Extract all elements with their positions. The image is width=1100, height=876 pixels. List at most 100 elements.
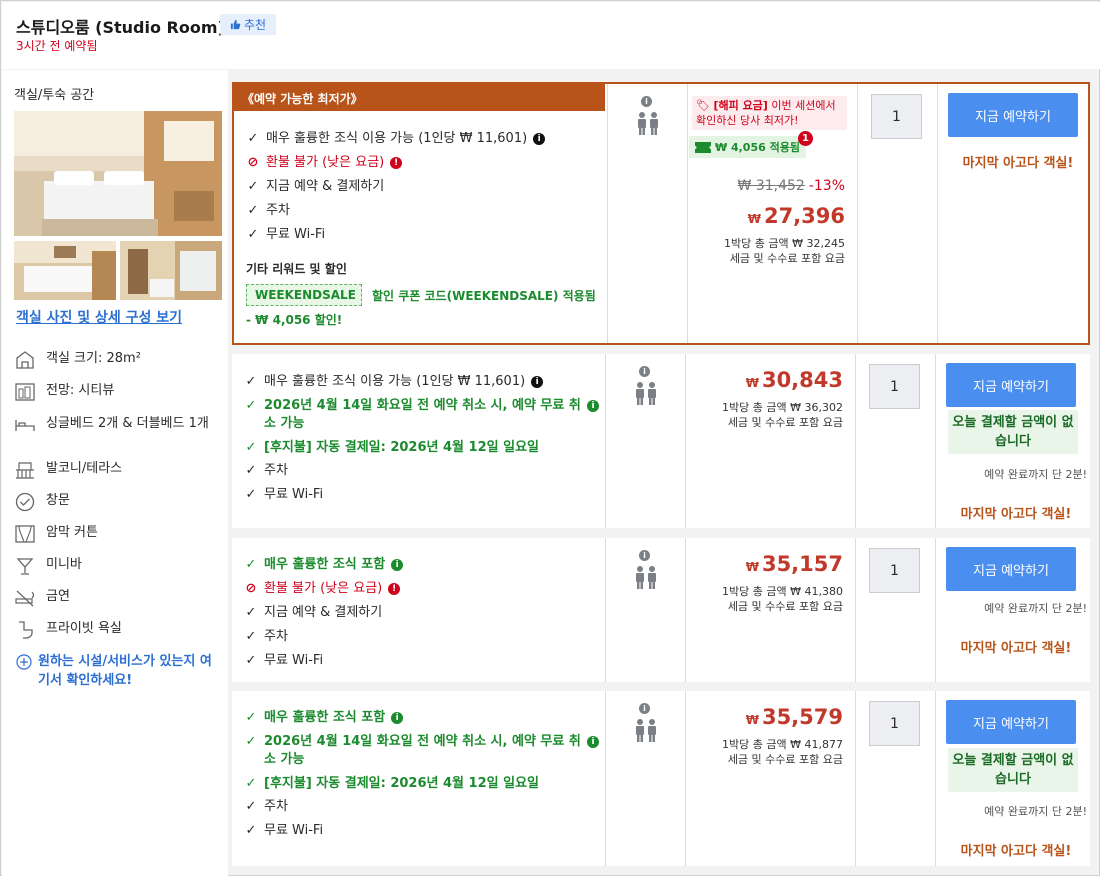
info-icon[interactable]: i <box>587 736 599 748</box>
room-quantity-select[interactable]: 1 <box>869 548 920 593</box>
curtain-icon <box>15 525 35 543</box>
quantity-cell: 1 <box>855 538 935 682</box>
room-photo-thumb[interactable] <box>14 241 116 300</box>
info-icon[interactable]: i <box>641 96 652 107</box>
lowest-price-tag: 《예약 가능한 최저가》 <box>234 84 605 111</box>
feature-parking: ✓ 주차 <box>247 203 290 218</box>
book-now-button[interactable]: 지금 예약하기 <box>946 547 1076 591</box>
amenity-search-link[interactable]: 원하는 시설/서비스가 있는지 여기서 확인하세요! <box>16 652 221 690</box>
price-breakdown: 1박당 총 금액 ₩ 41,877 세금 및 수수료 포함 요금 <box>722 738 843 766</box>
price-cell: ₩35,579 1박당 총 금액 ₩ 41,877 세금 및 수수료 포함 요금 <box>685 691 855 866</box>
info-icon[interactable]: i <box>391 712 404 724</box>
room-title: 스튜디오룸 (Studio Room) <box>16 18 225 37</box>
feature-parking: ✓ 주차 <box>245 463 288 478</box>
amenity-bed: 싱글베드 2개 & 더블베드 1개 <box>14 415 224 435</box>
pay-later-notice: 오늘 결제할 금액이 없습니다 <box>948 748 1078 792</box>
room-quantity-select[interactable]: 1 <box>871 94 922 139</box>
last-room-notice: 마지막 아고다 객실! <box>960 507 1072 522</box>
book-now-button[interactable]: 지금 예약하기 <box>946 363 1076 407</box>
booking-cell: 지금 예약하기 마지막 아고다 객실! <box>937 84 1088 343</box>
amenity-curtain: 암막 커튼 <box>14 524 224 544</box>
booking-time-notice: 예약 완료까지 단 2분! <box>984 602 1087 615</box>
offer-features: 《예약 가능한 최저가》 ✓ 매우 훌륭한 조식 이용 가능 (1인당 ₩ 11,… <box>234 84 607 343</box>
feature-free-cancel: ✓ 2026년 4월 14일 화요일 전 예약 취소 시, 예약 무료 취소 가능… <box>244 397 599 433</box>
info-icon[interactable]: ! <box>390 157 403 169</box>
book-now-button[interactable]: 지금 예약하기 <box>946 700 1076 744</box>
two-guests-icon <box>636 566 656 589</box>
room-quantity-select[interactable]: 1 <box>869 364 920 409</box>
amenity-search-text: 원하는 시설/서비스가 있는지 여기서 확인하세요! <box>38 654 212 688</box>
feature-breakfast: ✓ 매우 훌륭한 조식 이용 가능 (1인당 ₩ 11,601) i <box>244 373 599 391</box>
price-breakdown: 1박당 총 금액 ₩ 36,302 세금 및 수수료 포함 요금 <box>722 401 843 429</box>
offer-row: ✓ 매우 훌륭한 조식 포함 i ⊘ 환불 불가 (낮은 요금)! ✓ 지금 예약 & … <box>232 538 1090 682</box>
plus-circle-icon <box>16 654 32 670</box>
amenity-label: 암막 커튼 <box>46 525 98 540</box>
feature-pay-now: ✓ 지금 예약 & 결제하기 <box>245 605 383 620</box>
feature-non-refundable: ⊘ 환불 불가 (낮은 요금)! <box>244 580 599 598</box>
amenity-label: 금연 <box>46 589 70 604</box>
offer-row: ✓ 매우 훌륭한 조식 포함 i ✓ 2026년 4월 14일 화요일 전 예약 취소… <box>232 691 1090 866</box>
recent-booking-text: 3시간 전 예약됨 <box>16 39 98 53</box>
room-photo-main[interactable] <box>14 111 222 236</box>
amenity-label: 싱글베드 2개 & 더블베드 1개 <box>46 416 209 431</box>
price-breakdown: 1박당 총 금액 ₩ 32,245 세금 및 수수료 포함 요금 <box>724 237 845 265</box>
recommend-badge: 추천 <box>220 14 276 35</box>
two-guests-icon <box>636 382 656 405</box>
other-rewards-heading: 기타 리워드 및 할인 <box>246 262 347 276</box>
price-cell: ₩35,157 1박당 총 금액 ₩ 41,380 세금 및 수수료 포함 요금 <box>685 538 855 682</box>
book-now-button[interactable]: 지금 예약하기 <box>948 93 1078 137</box>
coupon-badge: WEEKENDSALE <box>246 284 362 306</box>
info-icon[interactable]: i <box>531 376 544 388</box>
coupon-applied-text: 할인 쿠폰 코드(WEEKENDSALE) 적용됨 <box>372 289 596 303</box>
booking-time-notice: 예약 완료까지 단 2분! <box>984 805 1087 818</box>
recommend-label: 추천 <box>243 18 267 32</box>
amenity-label: 객실 크기: 28m² <box>46 351 141 366</box>
current-price: ₩35,157 <box>745 552 843 576</box>
booking-cell: 지금 예약하기 오늘 결제할 금액이 없습니다 예약 완료까지 단 2분! 마지… <box>935 354 1090 528</box>
feature-wifi: ✓ 무료 Wi-Fi <box>245 823 324 838</box>
amenity-label: 발코니/테라스 <box>46 461 123 476</box>
page-frame: 스튜디오룸 (Studio Room) 추천 3시간 전 예약됨 객실/투숙 공… <box>0 0 1100 876</box>
feature-parking: ✓ 주차 <box>245 629 288 644</box>
booking-time-notice: 예약 완료까지 단 2분! <box>984 468 1087 481</box>
info-icon[interactable]: i <box>587 400 599 412</box>
amenity-label: 전망: 시티뷰 <box>46 383 115 398</box>
ticket-icon <box>695 141 711 153</box>
info-icon[interactable]: i <box>639 366 650 377</box>
offer-row: ✓ 매우 훌륭한 조식 이용 가능 (1인당 ₩ 11,601) i ✓ 2026년 … <box>232 354 1090 528</box>
feature-breakfast: ✓ 매우 훌륭한 조식 이용 가능 (1인당 ₩ 11,601) i <box>246 130 601 148</box>
no-smoking-icon <box>15 590 35 607</box>
amenity-label: 미니바 <box>46 557 82 572</box>
room-photo-thumb[interactable] <box>120 241 222 300</box>
last-room-notice: 마지막 아고다 객실! <box>960 641 1072 656</box>
info-icon[interactable]: i <box>391 559 404 571</box>
info-icon[interactable]: i <box>533 133 546 145</box>
amenity-label: 프라이빗 욕실 <box>46 621 122 636</box>
discount-applied-badge: ₩ 4,056 적용됨 <box>689 136 806 158</box>
minibar-icon <box>16 558 34 575</box>
occupancy-cell: i <box>605 691 685 866</box>
feature-wifi: ✓ 무료 Wi-Fi <box>245 653 324 668</box>
room-quantity-select[interactable]: 1 <box>869 701 920 746</box>
info-icon[interactable]: ! <box>388 583 401 595</box>
discount-percent: -13% <box>808 178 845 194</box>
price-cell: ₩30,843 1박당 총 금액 ₩ 36,302 세금 및 수수료 포함 요금 <box>685 354 855 528</box>
view-icon <box>15 383 35 401</box>
room-photos-link[interactable]: 객실 사진 및 상세 구성 보기 <box>16 307 182 327</box>
info-icon[interactable]: i <box>639 550 650 561</box>
happy-deal-notice: 🏷 [해피 요금] 이번 세션에서 확인하신 당사 최저가! <box>692 96 847 130</box>
occupancy-cell: i <box>607 84 687 343</box>
info-icon[interactable]: i <box>639 703 650 714</box>
feature-pay-now: ✓ 지금 예약 & 결제하기 <box>247 179 385 194</box>
offer-features: ✓ 매우 훌륭한 조식 포함 i ⊘ 환불 불가 (낮은 요금)! ✓ 지금 예약 & … <box>232 538 605 682</box>
room-header: 스튜디오룸 (Studio Room) 추천 3시간 전 예약됨 <box>2 2 1100 69</box>
room-size-icon <box>16 351 34 369</box>
coupon-discount-text: - ₩ 4,056 할인! <box>246 313 343 327</box>
current-price: ₩27,396 <box>747 204 845 228</box>
two-guests-icon <box>636 719 656 742</box>
price-cell: 🏷 [해피 요금] 이번 세션에서 확인하신 당사 최저가! ₩ 4,056 적… <box>687 84 857 343</box>
bathroom-icon <box>19 621 33 639</box>
offer-features: ✓ 매우 훌륭한 조식 포함 i ✓ 2026년 4월 14일 화요일 전 예약 취소… <box>232 691 605 866</box>
feature-wifi: ✓ 무료 Wi-Fi <box>245 487 324 502</box>
amenity-view: 전망: 시티뷰 <box>14 382 224 402</box>
